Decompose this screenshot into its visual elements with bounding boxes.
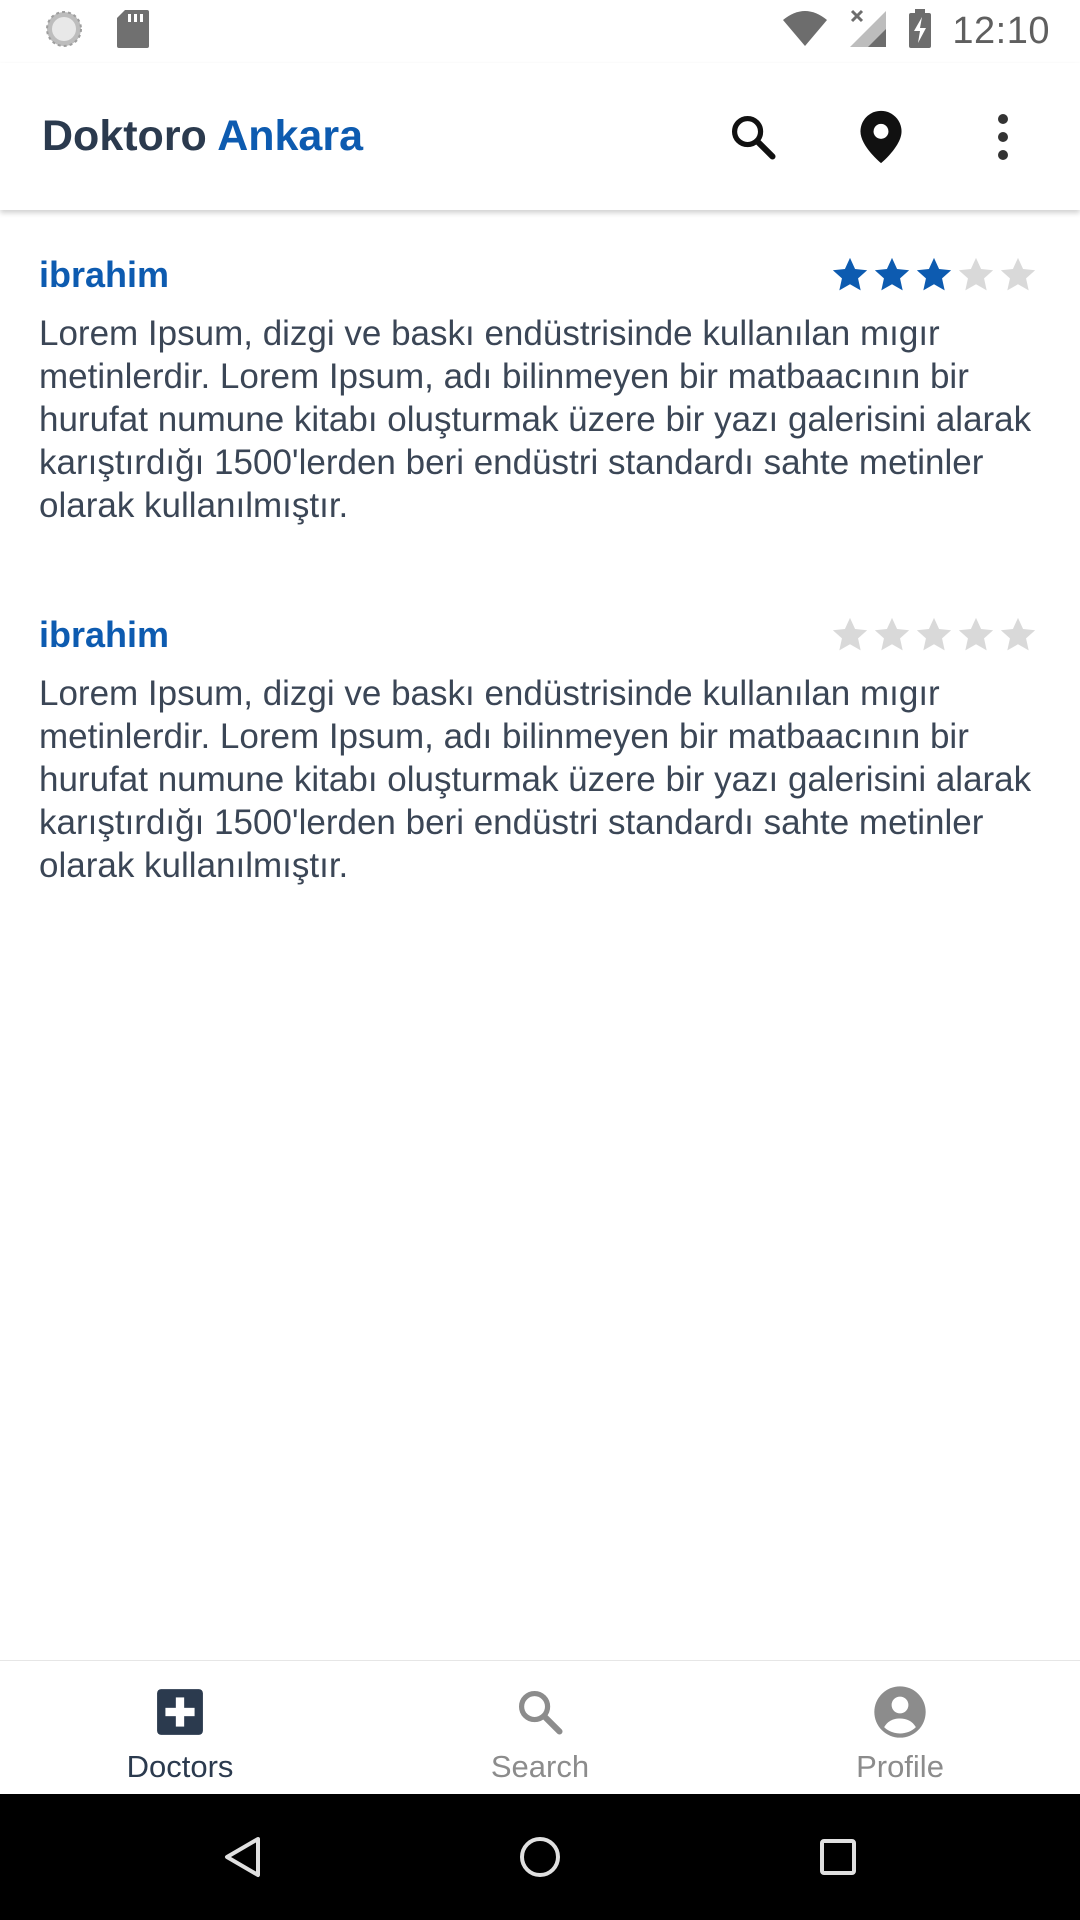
star-filled-icon	[916, 257, 952, 291]
more-vert-icon	[998, 113, 1008, 160]
star-empty-icon	[1000, 257, 1036, 291]
back-triangle-icon	[225, 1837, 260, 1877]
bottom-navigation: Doctors Search Profile	[0, 1660, 1080, 1794]
nav-item-search[interactable]: Search	[360, 1661, 720, 1794]
sd-card-icon	[116, 9, 150, 54]
sync-icon	[44, 9, 84, 54]
nav-item-profile[interactable]: Profile	[720, 1661, 1080, 1794]
battery-charging-icon	[908, 9, 932, 54]
star-filled-icon	[832, 257, 868, 291]
search-button[interactable]	[718, 102, 788, 172]
reviews-list: ibrahim Lorem Ipsum, dizgi ve baskı endü…	[0, 210, 1080, 1660]
app-title: Doktoro Ankara	[42, 112, 363, 161]
nav-label-doctors: Doctors	[126, 1749, 234, 1784]
star-empty-icon	[958, 617, 994, 651]
wifi-icon	[782, 10, 828, 53]
review-text: Lorem Ipsum, dizgi ve baskı endüstrisind…	[39, 674, 1032, 885]
star-empty-icon	[958, 257, 994, 291]
medical-cross-icon	[157, 1689, 203, 1735]
review-item: ibrahim Lorem Ipsum, dizgi ve baskı endü…	[39, 250, 1039, 527]
location-button[interactable]	[846, 102, 916, 172]
reviewer-name: ibrahim	[39, 254, 170, 295]
nav-item-doctors[interactable]: Doctors	[0, 1661, 360, 1794]
system-navigation-bar	[0, 1794, 1080, 1920]
no-signal-icon	[848, 9, 888, 54]
screen: 12:10 Doktoro Ankara ibrahim Lorem Ipsum…	[0, 0, 1080, 1920]
star-rating	[829, 254, 1039, 296]
nav-label-search: Search	[490, 1749, 590, 1784]
nav-label-profile: Profile	[856, 1749, 944, 1784]
star-empty-icon	[916, 617, 952, 651]
back-button[interactable]	[212, 1827, 272, 1887]
review-item: ibrahim Lorem Ipsum, dizgi ve baskı endü…	[39, 610, 1039, 887]
review-text: Lorem Ipsum, dizgi ve baskı endüstrisind…	[39, 314, 1032, 525]
status-bar: 12:10	[0, 0, 1080, 63]
star-empty-icon	[874, 617, 910, 651]
star-filled-icon	[874, 257, 910, 291]
search-icon	[518, 1690, 563, 1735]
home-circle-icon	[520, 1837, 560, 1877]
status-time: 12:10	[952, 10, 1050, 52]
app-title-brand: Doktoro	[42, 112, 207, 160]
location-pin-icon	[860, 110, 902, 163]
star-empty-icon	[832, 617, 868, 651]
star-empty-icon	[1000, 617, 1036, 651]
reviewer-name: ibrahim	[39, 614, 170, 655]
search-icon	[731, 115, 776, 160]
app-bar: Doktoro Ankara	[0, 63, 1080, 210]
app-title-city: Ankara	[217, 112, 363, 160]
recent-square-icon	[820, 1839, 856, 1875]
recent-apps-button[interactable]	[808, 1827, 868, 1887]
account-circle-icon	[874, 1686, 926, 1738]
more-options-button[interactable]	[968, 102, 1038, 172]
home-button[interactable]	[510, 1827, 570, 1887]
star-rating	[829, 614, 1039, 656]
